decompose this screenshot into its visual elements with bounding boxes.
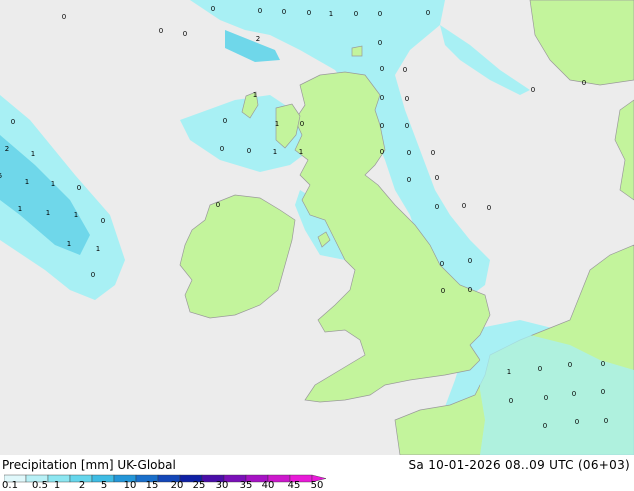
color-scale-label: 40: [261, 480, 275, 491]
precip-value-label: 0: [544, 394, 548, 402]
precip-value-label: 1: [275, 120, 279, 128]
precip-value-label: 0: [435, 174, 439, 182]
precip-value-label: 0: [435, 203, 439, 211]
precip-value-label: 0: [223, 117, 227, 125]
precip-value-label: 0: [538, 365, 542, 373]
precip-value-label: 1: [253, 91, 257, 99]
precip-value-label: 0: [407, 149, 411, 157]
land-orkney: [351, 45, 363, 57]
precip-value-label: 0: [487, 204, 491, 212]
precip-value-label: 1: [25, 178, 29, 186]
precip-value-label: 0: [380, 122, 384, 130]
precip-value-label: 0: [462, 202, 466, 210]
precip-value-label: 0: [568, 361, 572, 369]
precip-value-label: 0: [300, 120, 304, 128]
precip-value-label: 0: [531, 86, 535, 94]
precip-value-label: 0: [468, 257, 472, 265]
precip-value-label: 0: [601, 360, 605, 368]
precip-value-label: 0: [91, 271, 95, 279]
precip-value-label: 0: [440, 260, 444, 268]
precip-value-label: 0: [220, 145, 224, 153]
precip-value-label: 0: [354, 10, 358, 18]
color-scale-label: 0.1: [2, 480, 18, 491]
precip-value-label: 0: [543, 422, 547, 430]
precip-value-label: 1: [273, 148, 277, 156]
color-scale-label: 10: [123, 480, 137, 491]
color-scale-label: 45: [287, 480, 301, 491]
precip-value-label: 0: [307, 9, 311, 17]
precip-value-label: 0: [604, 417, 608, 425]
precip-value-label: 1: [18, 205, 22, 213]
color-scale-label: 35: [239, 480, 253, 491]
precip-value-label: 1: [46, 209, 50, 217]
precip-value-label: 0: [405, 122, 409, 130]
precip-value-label: 0: [247, 147, 251, 155]
precip-value-label: 1: [74, 211, 78, 219]
precip-value-label: 0: [380, 148, 384, 156]
color-scale-label: 5: [100, 480, 108, 491]
precip-value-label: 0: [426, 9, 430, 17]
precip-value-label: 0: [258, 7, 262, 15]
precip-value-label: 0: [575, 418, 579, 426]
precip-value-label: 5: [0, 172, 2, 180]
precip-value-label: 0: [582, 79, 586, 87]
precip-value-label: 0: [380, 94, 384, 102]
precip-value-label: 2: [5, 145, 9, 153]
precip-value-label: 0: [403, 66, 407, 74]
precip-value-label: 0: [62, 13, 66, 21]
precip-value-label: 0: [378, 10, 382, 18]
precip-value-label: 0: [509, 397, 513, 405]
precip-value-label: 2: [256, 35, 260, 43]
precip-value-label: 0: [468, 286, 472, 294]
precip-value-label: 0: [431, 149, 435, 157]
map-title: Precipitation [mm] UK-Global: [2, 458, 176, 472]
precip-value-label: 0: [159, 27, 163, 35]
precip-value-label: 0: [282, 8, 286, 16]
precip-value-label: 0: [101, 217, 105, 225]
precip-value-label: 0: [441, 287, 445, 295]
color-scale-label: 0.5: [32, 480, 48, 491]
footer: Precipitation [mm] UK-Global Sa 10-01-20…: [0, 455, 634, 491]
precip-value-label: 0: [183, 30, 187, 38]
precip-value-label: 0: [601, 388, 605, 396]
color-scale-label: 2: [78, 480, 86, 491]
color-scale-label: 50: [310, 480, 324, 491]
precip-value-label: 0: [11, 118, 15, 126]
color-scale-label: 25: [192, 480, 206, 491]
precip-value-label: 1: [329, 10, 333, 18]
color-scale-label: 1: [53, 480, 61, 491]
precip-value-label: 1: [51, 180, 55, 188]
color-scale-label: 30: [215, 480, 229, 491]
precip-value-label: 1: [299, 148, 303, 156]
precip-value-label: 1: [96, 245, 100, 253]
precip-value-label: 0: [77, 184, 81, 192]
weather-map: 0 0 0 0 0 1 0 0 0 0 0 2 0 0 0 0 0 1 0 0 0 0 1 0 0 0 2 1 0 0 1 1 0 0 0 5 1 1 0 0…: [0, 0, 634, 455]
precip-value-label: 0: [211, 5, 215, 13]
color-scale-label: 15: [145, 480, 159, 491]
precip-value-label: 0: [378, 39, 382, 47]
precip-value-label: 1: [507, 368, 511, 376]
precip-value-label: 1: [31, 150, 35, 158]
precip-value-label: 1: [67, 240, 71, 248]
valid-time: Sa 10-01-2026 08..09 UTC (06+03): [408, 458, 630, 472]
precip-value-label: 0: [216, 201, 220, 209]
precip-value-label: 0: [380, 65, 384, 73]
precip-value-label: 0: [405, 95, 409, 103]
color-scale-label: 20: [170, 480, 184, 491]
precip-value-label: 0: [572, 390, 576, 398]
precip-value-label: 0: [407, 176, 411, 184]
